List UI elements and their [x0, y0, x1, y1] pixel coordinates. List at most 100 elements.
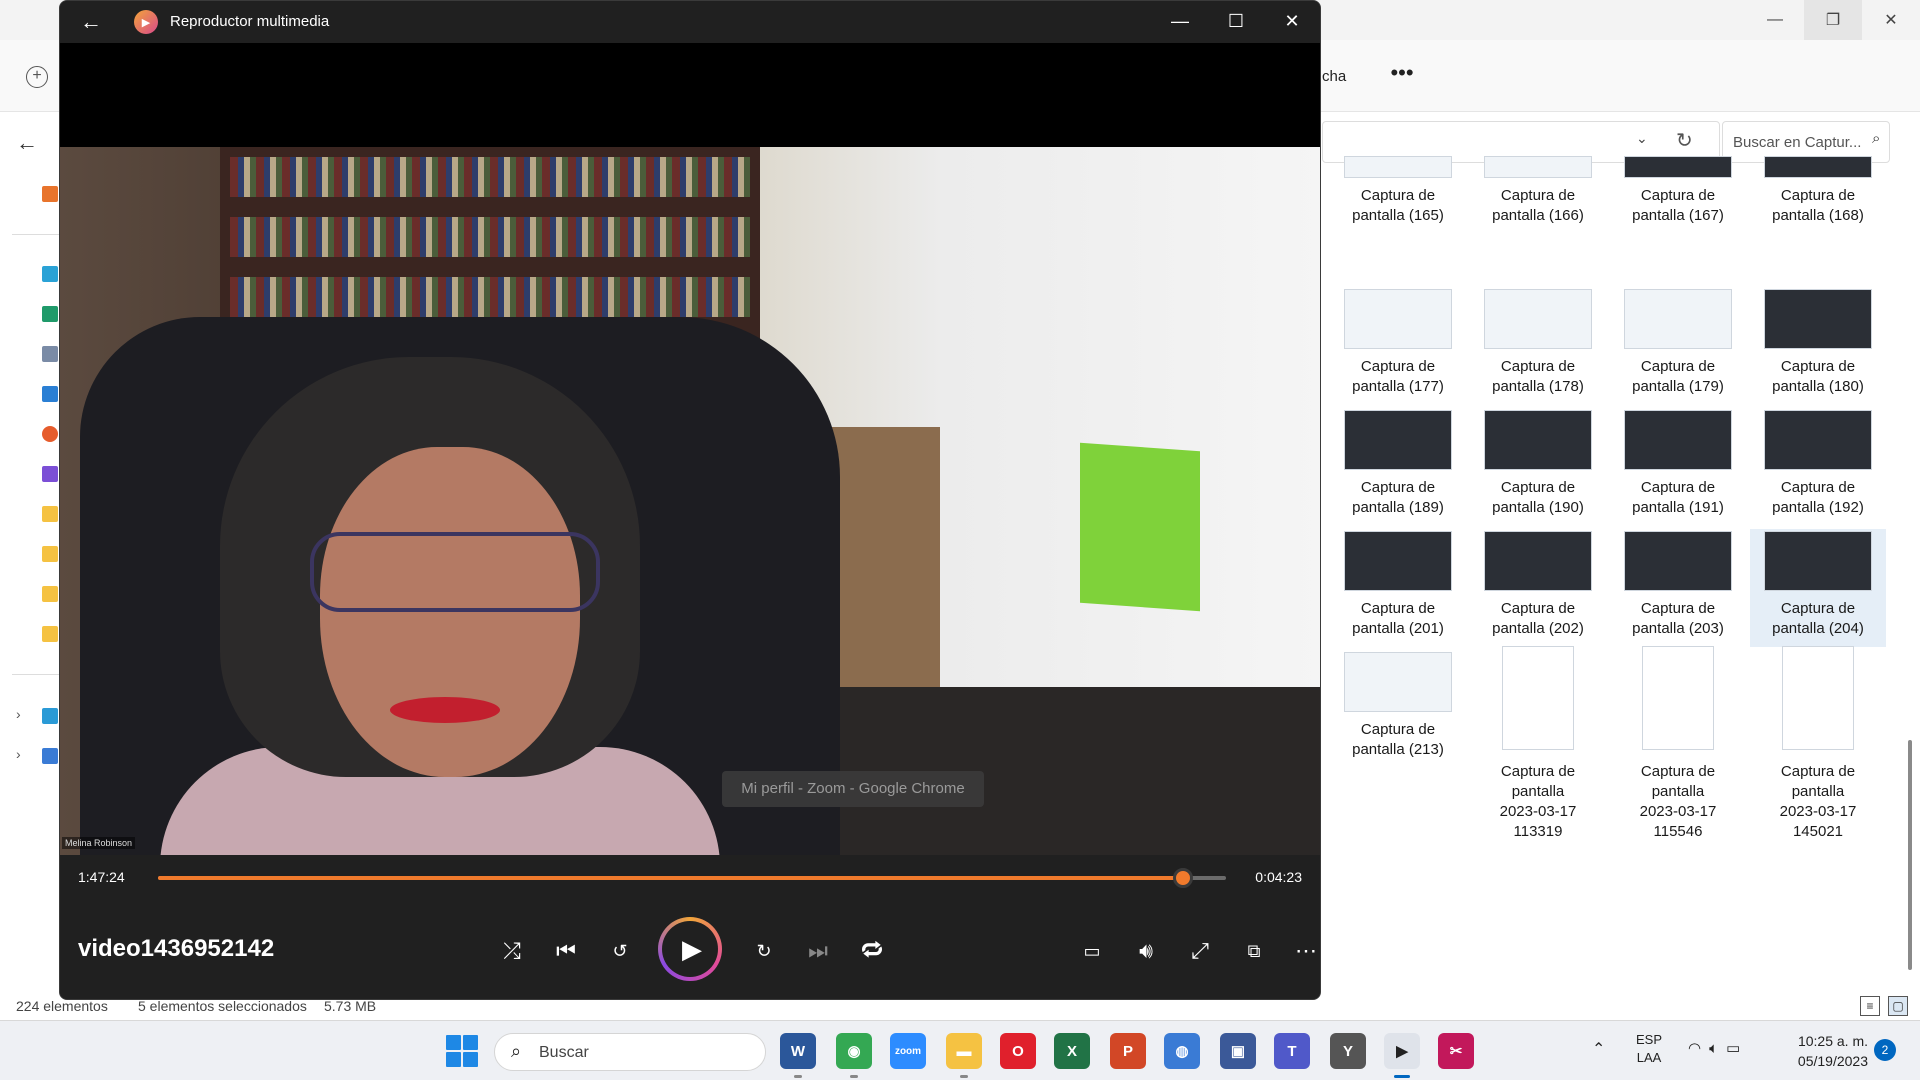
file-tile[interactable]: Captura de pantalla 2023-03-17 115546	[1610, 646, 1746, 840]
refresh-icon[interactable]: ↻	[1676, 128, 1693, 153]
battery-icon[interactable]: ▭	[1726, 1040, 1748, 1057]
chevron-right-icon[interactable]: ›	[16, 706, 21, 722]
word-taskbar-icon[interactable]: W	[780, 1033, 816, 1069]
file-tile[interactable]: Captura de pantalla (179)	[1610, 287, 1746, 405]
file-tile[interactable]: Captura de pantalla (180)	[1750, 287, 1886, 405]
shuffle-icon[interactable]: ⤮	[492, 931, 532, 971]
file-tile[interactable]: Captura de pantalla (189)	[1330, 408, 1466, 526]
file-tile[interactable]: Captura de pantalla (165)	[1330, 156, 1466, 284]
file-tile[interactable]: Captura de pantalla (213)	[1330, 650, 1466, 768]
file-tile[interactable]: Captura de pantalla (192)	[1750, 408, 1886, 526]
tiles-view-icon[interactable]: ▢	[1888, 996, 1908, 1016]
maximize-button[interactable]: ☐	[1208, 1, 1264, 43]
scrollbar[interactable]	[1908, 740, 1912, 970]
folder-icon[interactable]	[42, 586, 58, 602]
file-name-line: pantalla	[1511, 783, 1565, 800]
file-tile[interactable]: Captura de pantalla (191)	[1610, 408, 1746, 526]
file-name-line: Captura de	[1780, 187, 1856, 204]
taskbar-search[interactable]: ⌕ Buscar	[494, 1033, 766, 1071]
restore-button[interactable]: ❐	[1804, 0, 1862, 40]
excel-taskbar-icon[interactable]: X	[1054, 1033, 1090, 1069]
file-name-line: Captura de	[1360, 479, 1436, 496]
input-language[interactable]: ESP LAA	[1636, 1031, 1662, 1067]
file-tile[interactable]: Captura de pantalla (166)	[1470, 156, 1606, 284]
new-icon[interactable]: +	[26, 66, 48, 88]
chrome-taskbar-icon[interactable]: ◉	[836, 1033, 872, 1069]
zoom-taskbar-icon[interactable]: zoom	[890, 1033, 926, 1069]
chevron-down-icon[interactable]: ⌄	[1636, 130, 1648, 147]
folder-icon[interactable]	[42, 546, 58, 562]
file-tile[interactable]: Captura de pantalla 2023-03-17 113319	[1470, 646, 1606, 840]
opera-taskbar-icon[interactable]: O	[1000, 1033, 1036, 1069]
close-button[interactable]: ✕	[1264, 1, 1320, 43]
fullscreen-icon[interactable]: ⤢	[1180, 931, 1220, 971]
volume-icon[interactable]: 🔈︎	[1709, 1040, 1726, 1057]
this-pc-icon[interactable]	[42, 708, 58, 724]
music-icon[interactable]	[42, 426, 58, 442]
home-icon[interactable]	[42, 186, 58, 202]
file-tile[interactable]: Captura de pantalla (178)	[1470, 287, 1606, 405]
search-icon[interactable]: ⌕	[1872, 130, 1880, 147]
file-name-line: Captura de	[1640, 187, 1716, 204]
captions-icon[interactable]: ▭	[1072, 931, 1112, 971]
videos-icon[interactable]	[42, 466, 58, 482]
file-tile[interactable]: Captura de pantalla (202)	[1470, 529, 1606, 647]
seek-bar[interactable]	[158, 868, 1226, 888]
file-tile[interactable]: Captura de pantalla 2023-03-17 145021	[1750, 646, 1886, 840]
video-surface[interactable]: Mi perfil - Zoom - Google Chrome Melina …	[60, 43, 1320, 855]
chevron-right-icon[interactable]: ›	[16, 746, 21, 762]
wifi-icon[interactable]: ◠	[1688, 1040, 1709, 1057]
network-app-taskbar-icon[interactable]: ◍	[1164, 1033, 1200, 1069]
file-thumbnail	[1344, 156, 1452, 178]
network-icon[interactable]	[42, 748, 58, 764]
documents-icon[interactable]	[42, 346, 58, 362]
start-button[interactable]	[446, 1035, 478, 1067]
more-options-button[interactable]: •••	[1384, 60, 1420, 92]
system-tray[interactable]: ◠🔈︎▭	[1688, 1039, 1748, 1057]
file-explorer-taskbar-icon[interactable]: ▬	[946, 1033, 982, 1069]
file-thumbnail	[1624, 156, 1732, 178]
clock[interactable]: 10:25 a. m. 05/19/2023	[1786, 1031, 1868, 1071]
more-options-icon[interactable]: ⋯	[1286, 931, 1320, 971]
file-tile[interactable]: Captura de pantalla (177)	[1330, 287, 1466, 405]
desktop-icon[interactable]	[42, 266, 58, 282]
file-tile[interactable]: Captura de pantalla (204)	[1750, 529, 1886, 647]
skip-forward-30-icon[interactable]: ↻	[744, 931, 784, 971]
details-view-icon[interactable]: ≡	[1860, 996, 1880, 1016]
previous-icon[interactable]: ⏮	[546, 931, 586, 971]
skip-back-10-icon[interactable]: ↺	[600, 931, 640, 971]
file-name-line: Captura de	[1500, 479, 1576, 496]
file-tile[interactable]: Captura de pantalla (201)	[1330, 529, 1466, 647]
seek-handle[interactable]	[1173, 868, 1194, 888]
folder-icon[interactable]	[42, 626, 58, 642]
file-thumbnail	[1624, 289, 1732, 349]
media-player-taskbar-icon[interactable]: ▶	[1384, 1033, 1420, 1069]
file-tile[interactable]: Captura de pantalla (190)	[1470, 408, 1606, 526]
play-button[interactable]: ▶	[658, 917, 722, 981]
sort-button-label[interactable]: cha	[1322, 68, 1346, 85]
volume-icon[interactable]: 🔊︎	[1126, 931, 1166, 971]
next-icon[interactable]: ⏭	[798, 931, 838, 971]
snipping-tool-taskbar-icon[interactable]: ✂	[1438, 1033, 1474, 1069]
powerpoint-taskbar-icon[interactable]: P	[1110, 1033, 1146, 1069]
selection-size: 5.73 MB	[324, 998, 377, 1014]
remote-desktop-taskbar-icon[interactable]: ▣	[1220, 1033, 1256, 1069]
file-tile[interactable]: Captura de pantalla (203)	[1610, 529, 1746, 647]
pictures-icon[interactable]	[42, 386, 58, 402]
clock-app-taskbar-icon[interactable]: Y	[1330, 1033, 1366, 1069]
chevron-up-icon[interactable]: ⌃	[1592, 1039, 1605, 1059]
file-tile[interactable]: Captura de pantalla (167)	[1610, 156, 1746, 284]
back-arrow-icon[interactable]: ←	[80, 9, 102, 35]
close-button[interactable]: ✕	[1862, 0, 1920, 40]
repeat-off-icon[interactable]: 🔁︎	[852, 931, 892, 971]
file-name-line: pantalla (203)	[1632, 620, 1724, 637]
mini-player-icon[interactable]: ⧉	[1234, 931, 1274, 971]
minimize-button[interactable]: —	[1152, 1, 1208, 43]
teams-taskbar-icon[interactable]: T	[1274, 1033, 1310, 1069]
file-name-line: pantalla (213)	[1352, 741, 1444, 758]
minimize-button[interactable]: —	[1746, 0, 1804, 40]
downloads-icon[interactable]	[42, 306, 58, 322]
folder-icon[interactable]	[42, 506, 58, 522]
notification-badge[interactable]: 2	[1874, 1039, 1896, 1061]
file-tile[interactable]: Captura de pantalla (168)	[1750, 156, 1886, 284]
